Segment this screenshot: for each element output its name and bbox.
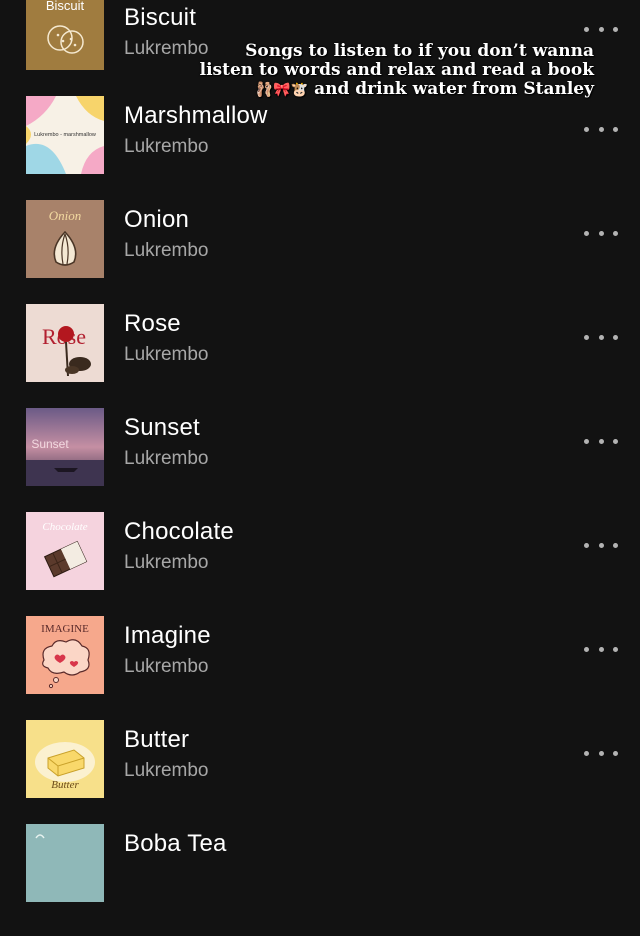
track-row[interactable]: Sunset Sunset Lukrembo	[0, 408, 640, 520]
cover-text: Onion	[49, 208, 82, 223]
more-options-icon[interactable]	[584, 434, 618, 448]
track-title[interactable]: Chocolate	[124, 518, 234, 546]
track-title[interactable]: Biscuit	[124, 4, 196, 32]
album-cover-onion: Onion	[26, 200, 104, 278]
cover-text: Chocolate	[42, 521, 87, 533]
cover-text: Butter	[51, 779, 79, 791]
track-artist[interactable]: Lukrembo	[124, 552, 209, 574]
more-options-icon[interactable]	[584, 746, 618, 760]
album-cover-boba-tea	[26, 824, 104, 902]
track-title[interactable]: Marshmallow	[124, 102, 268, 130]
cover-text: Biscuit	[46, 0, 85, 13]
more-options-icon[interactable]	[584, 538, 618, 552]
track-artist[interactable]: Lukrembo	[124, 344, 209, 366]
track-artist[interactable]: Lukrembo	[124, 656, 209, 678]
album-cover-biscuit: Biscuit	[26, 0, 104, 70]
track-title[interactable]: Rose	[124, 310, 181, 338]
album-cover-rose: Rose	[26, 304, 104, 382]
cover-text: Lukrembo - marshmallow	[34, 132, 96, 138]
track-row[interactable]: Onion Onion Lukrembo	[0, 200, 640, 312]
album-cover-imagine: IMAGINE	[26, 616, 104, 694]
track-title[interactable]: Boba Tea	[124, 830, 227, 858]
track-row[interactable]: Lukrembo - marshmallow Marshmallow Lukre…	[0, 96, 640, 208]
track-row[interactable]: Butter Butter Lukrembo	[0, 720, 640, 832]
more-options-icon[interactable]	[584, 122, 618, 136]
more-options-icon[interactable]	[584, 330, 618, 344]
album-cover-chocolate: Chocolate	[26, 512, 104, 590]
track-row[interactable]: Chocolate Chocolate Lukrembo	[0, 512, 640, 624]
cover-text: Sunset	[31, 437, 69, 451]
track-artist[interactable]: Lukrembo	[124, 760, 209, 782]
track-row[interactable]: IMAGINE Imagine Lukrembo	[0, 616, 640, 728]
track-title[interactable]: Onion	[124, 206, 189, 234]
track-title[interactable]: Sunset	[124, 414, 200, 442]
album-cover-marshmallow: Lukrembo - marshmallow	[26, 96, 104, 174]
caption-line: and drink water from Stanley	[308, 79, 594, 99]
track-row[interactable]: Boba Tea	[0, 824, 640, 936]
album-cover-sunset: Sunset	[26, 408, 104, 486]
track-artist[interactable]: Lukrembo	[124, 448, 209, 470]
more-options-icon[interactable]	[584, 226, 618, 240]
album-cover-butter: Butter	[26, 720, 104, 798]
track-artist[interactable]: Lukrembo	[124, 240, 209, 262]
track-title[interactable]: Imagine	[124, 622, 211, 650]
track-row[interactable]: Rose Rose Lukrembo	[0, 304, 640, 416]
caption-emoji: 🩰🎀🐮	[255, 82, 309, 98]
track-title[interactable]: Butter	[124, 726, 189, 754]
caption-overlay: Songs to listen to if you don’t wanna li…	[174, 42, 594, 100]
cover-text: IMAGINE	[41, 623, 89, 635]
track-artist[interactable]: Lukrembo	[124, 136, 209, 158]
caption-line: listen to words and relax and read a boo…	[199, 60, 594, 80]
caption-line: Songs to listen to if you don’t wanna	[245, 41, 594, 61]
more-options-icon[interactable]	[584, 22, 618, 36]
more-options-icon[interactable]	[584, 642, 618, 656]
